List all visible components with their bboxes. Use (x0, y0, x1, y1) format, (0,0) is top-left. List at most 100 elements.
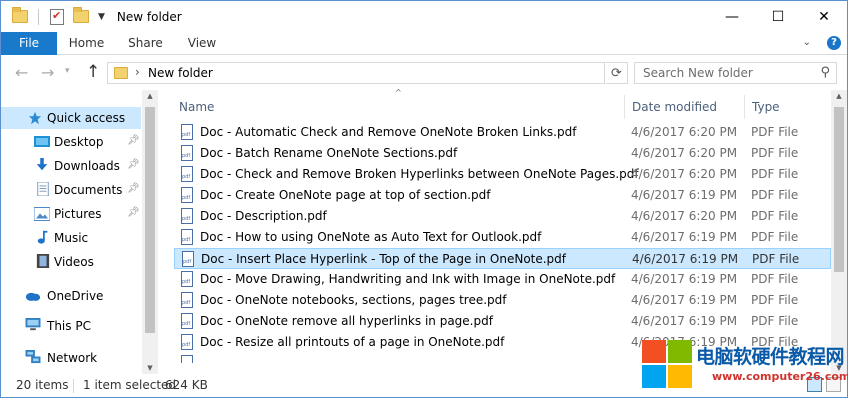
scroll-up-arrow-icon[interactable]: ▲ (142, 92, 158, 100)
file-type: PDF File (752, 252, 800, 266)
sidebar-scrollbar[interactable]: ▲ ▼ (142, 90, 158, 374)
file-name: Doc - Batch Rename OneNote Sections.pdf (200, 146, 458, 160)
back-arrow-icon[interactable]: ← (15, 63, 28, 82)
file-row[interactable]: Doc - OneNote remove all hyperlinks in p… (174, 311, 831, 332)
file-date: 4/6/2017 6:19 PM (631, 272, 738, 286)
address-bar[interactable]: › New folder (107, 62, 605, 84)
pdf-file-icon (181, 124, 193, 140)
windows-logo-icon (642, 340, 694, 390)
scroll-down-arrow-icon[interactable]: ▼ (142, 364, 158, 372)
file-name: Doc - OneNote notebooks, sections, pages… (200, 293, 507, 307)
file-row[interactable]: Doc - Description.pdf 4/6/2017 6:20 PM P… (174, 206, 831, 227)
file-list-scrollbar[interactable]: ▲ ▼ (831, 90, 847, 374)
sidebar-item-downloads[interactable]: Downloads 📌︎ (1, 155, 141, 177)
sidebar-item-pictures[interactable]: Pictures 📌︎ (1, 203, 141, 225)
navigation-bar: ← → ▾ ↑ › New folder ⟳ Search New folder… (1, 56, 847, 90)
customize-toolbar-dropdown-icon[interactable]: ▼ (98, 12, 105, 22)
sidebar-item-music[interactable]: Music (1, 227, 141, 249)
sidebar-item-desktop[interactable]: Desktop 📌︎ (1, 131, 141, 153)
file-row-selected[interactable]: Doc - Insert Place Hyperlink - Top of th… (174, 248, 831, 269)
sidebar-item-label: OneDrive (47, 289, 104, 303)
sidebar-item-onedrive[interactable]: OneDrive (1, 285, 141, 307)
search-icon[interactable]: ⚲ (820, 65, 830, 80)
file-name: Doc - Automatic Check and Remove OneNote… (200, 125, 577, 139)
sidebar-item-quick-access[interactable]: Quick access (1, 107, 141, 129)
file-name: Doc - Create OneNote page at top of sect… (200, 188, 491, 202)
scroll-up-arrow-icon[interactable]: ▲ (831, 92, 847, 100)
scrollbar-thumb[interactable] (145, 107, 155, 333)
file-row[interactable]: Doc - How to using OneNote as Auto Text … (174, 227, 831, 248)
pdf-file-icon (181, 334, 193, 350)
file-name: Doc - Resize all printouts of a page in … (200, 335, 505, 349)
breadcrumb-chevron-icon[interactable]: › (135, 65, 140, 79)
pdf-file-icon (182, 251, 194, 267)
pdf-file-icon (181, 208, 193, 224)
column-header-name[interactable]: Name (179, 95, 214, 119)
documents-icon (37, 182, 49, 196)
quick-access-toolbar: ▼ (1, 1, 105, 32)
sidebar-item-label: Quick access (47, 111, 126, 125)
sidebar-item-label: Videos (54, 255, 94, 269)
sidebar-item-label: Pictures (54, 207, 102, 221)
expand-ribbon-chevron-icon[interactable]: ⌄ (803, 37, 811, 48)
close-button[interactable]: ✕ (801, 1, 847, 32)
file-row[interactable]: Doc - OneNote notebooks, sections, pages… (174, 290, 831, 311)
up-arrow-icon[interactable]: ↑ (86, 62, 100, 82)
file-date: 4/6/2017 6:19 PM (631, 293, 738, 307)
title-bar: ▼ New folder — ☐ ✕ (1, 1, 847, 32)
sidebar-item-label: Music (54, 231, 89, 245)
file-type: PDF File (751, 125, 799, 139)
help-icon[interactable]: ? (827, 36, 841, 50)
search-input[interactable]: Search New folder ⚲ (634, 62, 837, 84)
file-name: Doc - Insert Place Hyperlink - Top of th… (201, 252, 567, 266)
column-divider[interactable] (624, 95, 625, 119)
pin-icon[interactable]: 📌︎ (127, 135, 140, 146)
tab-home[interactable]: Home (59, 32, 114, 55)
pin-icon[interactable]: 📌︎ (127, 159, 140, 170)
breadcrumb-current[interactable]: New folder (148, 66, 213, 80)
new-folder-icon[interactable] (73, 7, 89, 23)
file-row[interactable]: Doc - Move Drawing, Handwriting and Ink … (174, 269, 831, 290)
refresh-icon[interactable]: ⟳ (606, 62, 628, 84)
computer-icon (25, 318, 41, 331)
file-type: PDF File (751, 293, 799, 307)
window-controls: — ☐ ✕ (709, 1, 847, 32)
sidebar-item-videos[interactable]: Videos (1, 251, 141, 273)
file-type: PDF File (751, 146, 799, 160)
column-header-date-modified[interactable]: Date modified (632, 95, 717, 119)
pictures-icon (34, 207, 50, 221)
sidebar-item-label: Documents (54, 183, 123, 197)
file-row[interactable]: Doc - Batch Rename OneNote Sections.pdf … (174, 143, 831, 164)
window-title: New folder (116, 9, 182, 24)
pdf-file-icon (181, 313, 193, 329)
file-type: PDF File (751, 188, 799, 202)
pdf-file-icon (181, 292, 193, 308)
file-row[interactable]: Doc - Check and Remove Broken Hyperlinks… (174, 164, 831, 185)
navigation-pane: Quick access Desktop 📌︎ Downloads 📌︎ Doc… (1, 90, 159, 374)
explorer-window: ▼ New folder — ☐ ✕ File Home Share View … (0, 0, 848, 398)
file-type: PDF File (751, 230, 799, 244)
tab-view[interactable]: View (177, 32, 227, 55)
sidebar-item-this-pc[interactable]: This PC (1, 315, 141, 337)
file-name: Doc - OneNote remove all hyperlinks in p… (200, 314, 493, 328)
tab-share[interactable]: Share (118, 32, 173, 55)
tab-file[interactable]: File (1, 32, 57, 55)
column-header-type[interactable]: Type (752, 95, 780, 119)
cloud-icon (25, 292, 41, 301)
minimize-button[interactable]: — (709, 1, 755, 32)
sidebar-item-network[interactable]: Network (1, 347, 141, 369)
sidebar-item-documents[interactable]: Documents 📌︎ (1, 179, 141, 201)
pin-icon[interactable]: 📌︎ (127, 183, 140, 194)
folder-icon[interactable] (12, 7, 28, 23)
watermark-title: 电脑软硬件教程网 (696, 346, 845, 368)
forward-arrow-icon[interactable]: → (41, 63, 54, 82)
recent-locations-chevron-icon[interactable]: ▾ (65, 66, 70, 76)
properties-icon[interactable] (50, 8, 64, 25)
file-row[interactable]: Doc - Create OneNote page at top of sect… (174, 185, 831, 206)
desktop-icon (34, 136, 50, 147)
column-divider[interactable] (744, 95, 745, 119)
file-row[interactable]: Doc - Automatic Check and Remove OneNote… (174, 122, 831, 143)
scrollbar-thumb[interactable] (834, 107, 844, 272)
maximize-button[interactable]: ☐ (755, 1, 801, 32)
pin-icon[interactable]: 📌︎ (127, 207, 140, 218)
